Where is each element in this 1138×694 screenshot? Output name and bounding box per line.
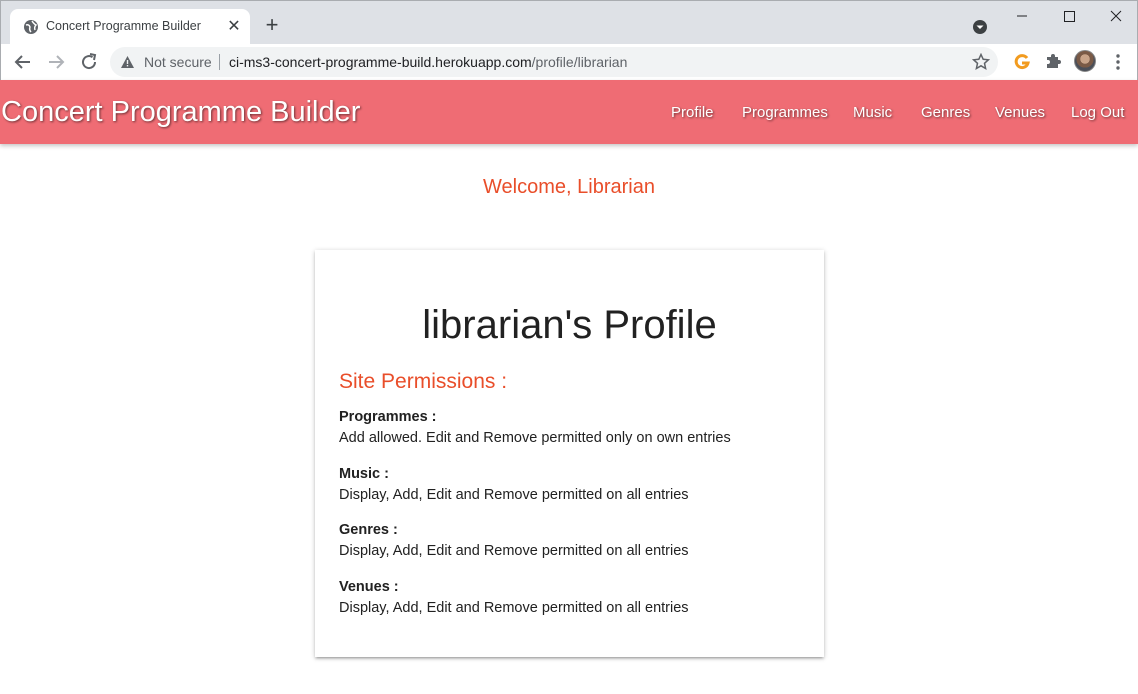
extensions-puzzle-icon[interactable] [1044, 52, 1062, 70]
permission-text-genres: Display, Add, Edit and Remove permitted … [339, 543, 689, 559]
url-path: /profile/librarian [531, 54, 628, 70]
welcome-message: Welcome, Librarian [483, 176, 655, 198]
nav-link-logout[interactable]: Log Out [1071, 104, 1124, 121]
permission-text-venues: Display, Add, Edit and Remove permitted … [339, 600, 689, 616]
nav-link-programmes[interactable]: Programmes [742, 104, 828, 121]
security-label[interactable]: Not secure [144, 54, 212, 70]
brand-logo-link[interactable]: Concert Programme Builder [1, 96, 360, 129]
reload-icon[interactable] [77, 50, 101, 74]
permission-text-programmes: Add allowed. Edit and Remove permitted o… [339, 430, 731, 446]
permission-label-venues: Venues : [339, 579, 399, 595]
address-separator [219, 54, 220, 70]
tab-search-icon[interactable] [971, 18, 989, 36]
permission-text-music: Display, Add, Edit and Remove permitted … [339, 487, 689, 503]
nav-link-music[interactable]: Music [853, 104, 892, 121]
grammar-extension-icon[interactable] [1012, 52, 1032, 72]
browser-toolbar: Not secure ci-ms3-concert-programme-buil… [0, 44, 1138, 80]
nav-link-genres[interactable]: Genres [921, 104, 970, 121]
profile-card: librarian's Profile Site Permissions : P… [315, 250, 824, 657]
permission-label-programmes: Programmes : [339, 409, 437, 425]
profile-title: librarian's Profile [422, 303, 717, 347]
bookmark-star-icon[interactable] [972, 53, 990, 71]
url-host: ci-ms3-concert-programme-build.herokuapp… [229, 54, 532, 70]
nav-link-venues[interactable]: Venues [995, 104, 1045, 121]
browser-tab-active[interactable]: Concert Programme Builder ✕ [10, 9, 250, 45]
permissions-heading: Site Permissions : [339, 370, 508, 393]
window-minimize-icon[interactable] [999, 5, 1045, 27]
warning-icon[interactable] [120, 55, 135, 69]
window-close-icon[interactable] [1093, 5, 1138, 27]
permission-label-genres: Genres : [339, 522, 398, 538]
tab-close-icon[interactable]: ✕ [224, 17, 244, 37]
nav-link-profile[interactable]: Profile [671, 104, 714, 121]
globe-icon [24, 20, 38, 34]
tab-title: Concert Programme Builder [46, 19, 201, 33]
site-navbar: Concert Programme Builder Profile Progra… [0, 80, 1138, 144]
back-arrow-icon[interactable] [11, 50, 35, 74]
forward-arrow-icon[interactable] [44, 50, 68, 74]
browser-menu-icon[interactable] [1109, 51, 1127, 73]
browser-tabstrip: Concert Programme Builder ✕ + [0, 0, 1138, 45]
window-maximize-icon[interactable] [1046, 5, 1092, 27]
permission-label-music: Music : [339, 466, 389, 482]
new-tab-icon[interactable]: + [260, 14, 284, 38]
url-text[interactable]: ci-ms3-concert-programme-build.herokuapp… [229, 54, 627, 70]
address-bar[interactable]: Not secure ci-ms3-concert-programme-buil… [110, 47, 998, 77]
profile-avatar[interactable] [1074, 50, 1096, 72]
